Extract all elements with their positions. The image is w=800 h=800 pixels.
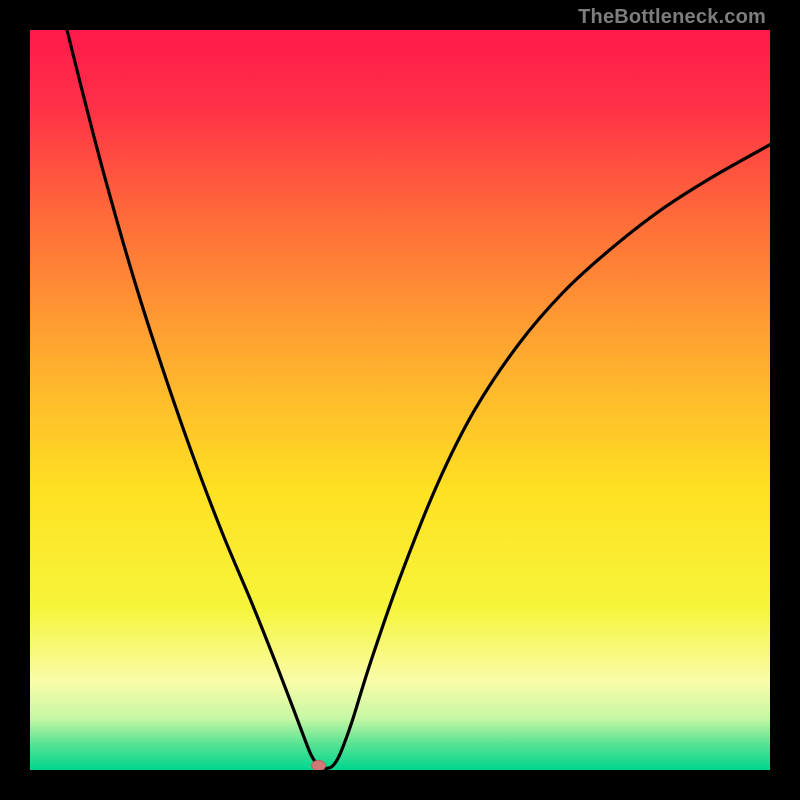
gradient-background — [30, 30, 770, 770]
chart-svg — [30, 30, 770, 770]
optimum-marker — [312, 761, 326, 770]
watermark-text: TheBottleneck.com — [578, 6, 766, 29]
chart-frame: TheBottleneck.com — [0, 0, 800, 800]
plot-area — [30, 30, 770, 770]
